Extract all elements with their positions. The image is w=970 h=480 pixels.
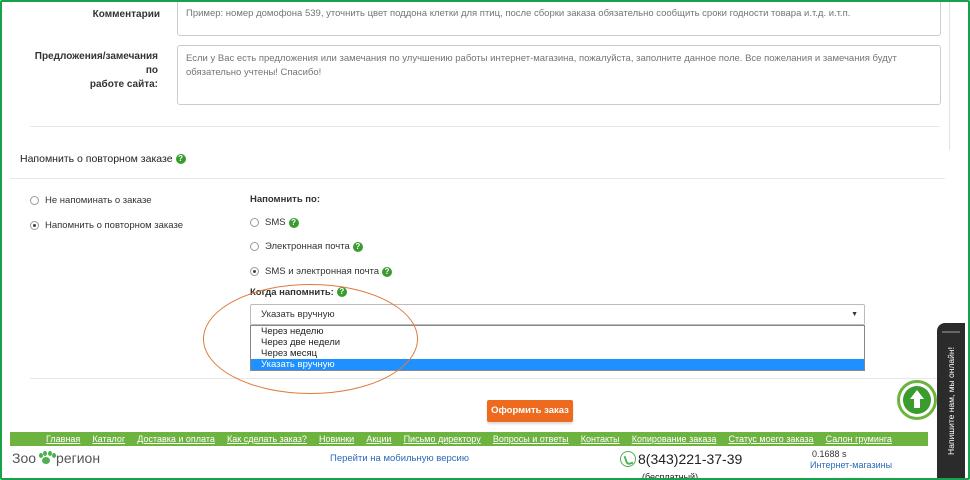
chat-tab-label: Напишите нам, мы онлайн! bbox=[946, 347, 956, 455]
phone-subtitle: (бесплатный) bbox=[642, 472, 699, 478]
select-value: Указать вручную bbox=[261, 309, 335, 320]
dropdown-arrow-icon[interactable]: ▼ bbox=[851, 305, 858, 324]
radio-label: SMS и электронная почта bbox=[265, 266, 380, 277]
suggest-label-line2: работе сайта: bbox=[89, 79, 158, 90]
question-icon[interactable]: ? bbox=[175, 154, 186, 165]
reminder-title-text: Напомнить о повторном заказе bbox=[20, 153, 173, 165]
phone-text: 8(343)221-37-39 bbox=[638, 451, 743, 467]
chat-tab-grip bbox=[942, 331, 960, 333]
dropdown-option[interactable]: Через неделю bbox=[251, 326, 864, 337]
question-icon[interactable]: ? bbox=[382, 266, 393, 277]
nav-link-how-to-order[interactable]: Как сделать заказ? bbox=[227, 434, 307, 444]
logo-text-left: Зоо bbox=[12, 450, 37, 466]
radio-label: Не напоминать о заказе bbox=[45, 195, 152, 206]
mobile-version-link[interactable]: Перейти на мобильную версию bbox=[330, 453, 469, 464]
dropdown-option[interactable]: Через месяц bbox=[251, 348, 864, 359]
site-logo[interactable]: Зоо регион bbox=[12, 450, 100, 466]
nav-link-copy-order[interactable]: Копирование заказа bbox=[632, 434, 717, 444]
nav-link-faq[interactable]: Вопросы и ответы bbox=[493, 434, 569, 444]
nav-link-home[interactable]: Главная bbox=[46, 434, 80, 444]
phone-number[interactable]: 8(343)221-37-39 bbox=[620, 451, 742, 467]
remind-when-select[interactable]: Указать вручную ▼ bbox=[250, 304, 865, 325]
nav-link-grooming[interactable]: Салон груминга bbox=[826, 434, 892, 444]
footer-nav: Главная Каталог Доставка и оплата Как сд… bbox=[10, 432, 928, 446]
radio-button[interactable] bbox=[250, 218, 259, 227]
submit-order-button[interactable]: Оформить заказ bbox=[487, 400, 573, 422]
paw-icon bbox=[38, 451, 57, 465]
internet-shops-link[interactable]: Интернет-магазины bbox=[810, 460, 892, 470]
reminder-section-title: Напомнить о повторном заказе? bbox=[20, 153, 186, 165]
question-icon[interactable]: ? bbox=[352, 241, 363, 252]
logo-text-right: регион bbox=[56, 450, 101, 466]
nav-link-letter[interactable]: Письмо директору bbox=[404, 434, 481, 444]
suggest-textarea[interactable] bbox=[177, 45, 941, 105]
nav-link-sales[interactable]: Акции bbox=[366, 434, 391, 444]
when-remind-label: Когда напомнить:? bbox=[250, 287, 347, 298]
page-speed: 0.1688 s bbox=[812, 449, 847, 459]
radio-button[interactable] bbox=[250, 242, 259, 251]
suggest-label: Предложения/замечания по работе сайта: bbox=[20, 50, 158, 92]
phone-icon bbox=[620, 451, 636, 467]
nav-link-delivery[interactable]: Доставка и оплата bbox=[137, 434, 215, 444]
remind-via-label: Напомнить по: bbox=[250, 194, 321, 205]
radio-button[interactable] bbox=[30, 196, 39, 205]
dropdown-option-selected[interactable]: Указать вручную bbox=[251, 359, 864, 370]
comment-label: Комментарии bbox=[92, 9, 160, 20]
online-chat-tab[interactable]: Напишите нам, мы онлайн! bbox=[937, 323, 965, 480]
comment-textarea[interactable] bbox=[177, 0, 941, 36]
radio-label: Электронная почта bbox=[265, 241, 350, 252]
nav-link-order-status[interactable]: Статус моего заказа bbox=[728, 434, 813, 444]
nav-link-contacts[interactable]: Контакты bbox=[581, 434, 620, 444]
radio-sms-email[interactable]: SMS и электронная почта? bbox=[250, 266, 393, 277]
dropdown-option[interactable]: Через две недели bbox=[251, 337, 864, 348]
radio-sms[interactable]: SMS? bbox=[250, 217, 299, 228]
content-divider bbox=[949, 0, 950, 150]
when-remind-text: Когда напомнить: bbox=[250, 287, 334, 298]
remind-when-dropdown: Через неделю Через две недели Через меся… bbox=[250, 325, 865, 371]
arrow-up-icon bbox=[903, 386, 931, 414]
nav-link-catalog[interactable]: Каталог bbox=[92, 434, 125, 444]
radio-button-selected[interactable] bbox=[30, 221, 39, 230]
scroll-to-top-button[interactable] bbox=[897, 380, 937, 420]
question-icon[interactable]: ? bbox=[336, 287, 347, 298]
divider bbox=[30, 378, 940, 379]
divider bbox=[30, 126, 940, 127]
radio-email[interactable]: Электронная почта? bbox=[250, 241, 363, 252]
radio-no-reminder[interactable]: Не напоминать о заказе bbox=[30, 195, 151, 206]
radio-button-selected[interactable] bbox=[250, 267, 259, 276]
divider bbox=[10, 178, 945, 179]
radio-remind-reorder[interactable]: Напомнить о повторном заказе bbox=[30, 220, 183, 231]
radio-label: SMS bbox=[265, 217, 286, 228]
nav-link-new[interactable]: Новинки bbox=[319, 434, 354, 444]
suggest-label-line1: Предложения/замечания по bbox=[34, 51, 158, 76]
question-icon[interactable]: ? bbox=[288, 217, 299, 228]
radio-label: Напомнить о повторном заказе bbox=[45, 220, 184, 231]
